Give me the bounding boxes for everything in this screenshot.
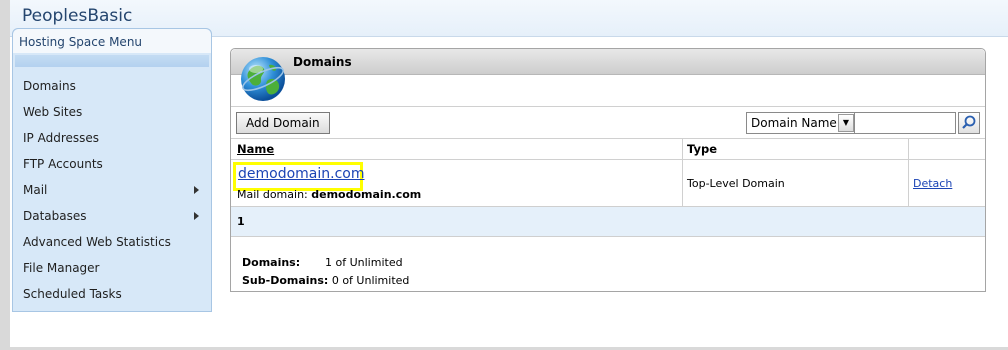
quota-domains: Domains: 1 of Unlimited bbox=[242, 256, 403, 269]
sidebar-item-web-sites[interactable]: Web Sites bbox=[13, 99, 211, 125]
sidebar-item-advanced-web-statistics[interactable]: Advanced Web Statistics bbox=[13, 229, 211, 255]
quota-value: 0 of Unlimited bbox=[331, 274, 410, 287]
magnifier-icon bbox=[962, 115, 976, 129]
domains-table: Name Type demodomain.com Mail domain: de… bbox=[231, 138, 985, 287]
column-divider bbox=[908, 160, 909, 206]
table-header: Name Type bbox=[231, 138, 985, 160]
panel-title: Domains bbox=[293, 55, 352, 69]
pager: 1 bbox=[231, 207, 985, 237]
sidebar-item-label: Scheduled Tasks bbox=[23, 287, 122, 301]
quota-label: Sub-Domains: bbox=[242, 274, 329, 287]
sidebar-item-domains[interactable]: Domains bbox=[13, 73, 211, 99]
sidebar-item-ip-addresses[interactable]: IP Addresses bbox=[13, 125, 211, 151]
mail-domain-value: demodomain.com bbox=[311, 188, 422, 201]
app-title: PeoplesBasic bbox=[22, 6, 133, 26]
globe-icon bbox=[241, 57, 285, 101]
sidebar-item-label: File Manager bbox=[23, 261, 100, 275]
mail-domain-label: Mail domain: bbox=[237, 188, 308, 201]
sidebar-item-ftp-accounts[interactable]: FTP Accounts bbox=[13, 151, 211, 177]
column-header-name[interactable]: Name bbox=[237, 142, 274, 156]
submenu-arrow-icon bbox=[194, 186, 199, 194]
sidebar-item-file-manager[interactable]: File Manager bbox=[13, 255, 211, 281]
mail-domain-line: Mail domain: demodomain.com bbox=[237, 188, 421, 201]
domains-panel: Domains Add Domain Domain Name ▼ Name Ty… bbox=[230, 48, 986, 292]
column-divider bbox=[682, 160, 683, 206]
domain-type: Top-Level Domain bbox=[687, 177, 785, 190]
quota-label: Domains: bbox=[242, 256, 301, 269]
hosting-space-menu: Hosting Space Menu Domains Web Sites IP … bbox=[12, 28, 212, 312]
sidebar-item-label: Mail bbox=[23, 183, 48, 197]
sidebar-item-label: Advanced Web Statistics bbox=[23, 235, 171, 249]
page-number[interactable]: 1 bbox=[237, 215, 245, 228]
search-button[interactable] bbox=[958, 112, 980, 134]
filter-select-value: Domain Name bbox=[751, 116, 837, 130]
sidebar-title: Hosting Space Menu bbox=[13, 29, 211, 53]
sidebar-item-databases[interactable]: Databases bbox=[13, 203, 211, 229]
column-header-type: Type bbox=[687, 142, 718, 156]
column-divider bbox=[908, 138, 909, 159]
detach-link[interactable]: Detach bbox=[913, 177, 952, 190]
domain-name-link[interactable]: demodomain.com bbox=[238, 166, 365, 182]
add-domain-button[interactable]: Add Domain bbox=[236, 112, 330, 134]
quota-value: 1 of Unlimited bbox=[325, 256, 403, 269]
sidebar-item-label: Domains bbox=[23, 79, 76, 93]
column-divider bbox=[682, 138, 683, 159]
submenu-arrow-icon bbox=[194, 212, 199, 220]
toolbar: Add Domain Domain Name ▼ bbox=[231, 106, 985, 139]
sidebar-item-label: IP Addresses bbox=[23, 131, 100, 145]
sidebar-divider bbox=[15, 55, 209, 67]
sidebar-item-label: FTP Accounts bbox=[23, 157, 103, 171]
sidebar-item-mail[interactable]: Mail bbox=[13, 177, 211, 203]
search-input[interactable] bbox=[854, 112, 956, 134]
table-row: demodomain.com Mail domain: demodomain.c… bbox=[231, 160, 985, 207]
sidebar-item-scheduled-tasks[interactable]: Scheduled Tasks bbox=[13, 281, 211, 307]
icon-strip bbox=[231, 75, 985, 107]
chevron-down-icon[interactable]: ▼ bbox=[838, 114, 854, 132]
sidebar-item-label: Web Sites bbox=[23, 105, 83, 119]
sidebar-list: Domains Web Sites IP Addresses FTP Accou… bbox=[13, 73, 211, 307]
quota-sub-domains: Sub-Domains: 0 of Unlimited bbox=[242, 274, 409, 287]
filter-select[interactable]: Domain Name ▼ bbox=[746, 112, 856, 134]
sidebar-item-label: Databases bbox=[23, 209, 87, 223]
